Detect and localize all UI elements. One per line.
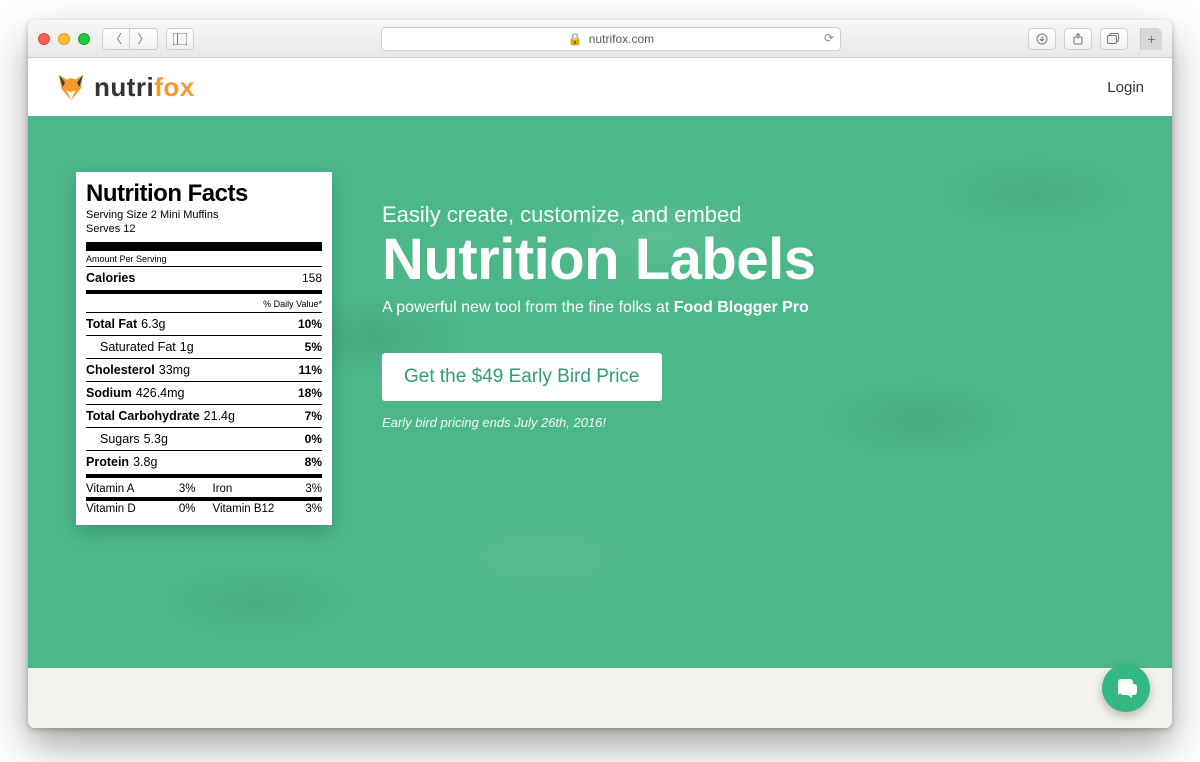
window-controls xyxy=(38,33,90,45)
label-title: Nutrition Facts xyxy=(86,180,322,208)
label-calories-value: 158 xyxy=(302,271,322,285)
vit-pct: 3% xyxy=(179,481,196,497)
address-text: nutrifox.com xyxy=(589,32,654,46)
label-row: Cholesterol33mg11% xyxy=(86,361,322,379)
reload-icon[interactable]: ⟳ xyxy=(824,31,834,45)
sidebar-toggle-button[interactable] xyxy=(166,28,194,50)
hero-tagline: A powerful new tool from the fine folks … xyxy=(382,299,815,317)
address-bar[interactable]: 🔒 nutrifox.com ⟳ xyxy=(381,27,841,51)
hero-headline: Nutrition Labels xyxy=(382,230,815,289)
browser-chrome: 〈 〉 🔒 nutrifox.com ⟳ xyxy=(28,20,1172,58)
label-serving-size: Serving Size 2 Mini Muffins xyxy=(86,208,322,222)
forward-button[interactable]: 〉 xyxy=(130,28,158,50)
label-row: Total Fat6.3g10% xyxy=(86,315,322,333)
lock-icon: 🔒 xyxy=(568,32,583,46)
label-row: Protein3.8g8% xyxy=(86,453,322,471)
label-row: Sodium426.4mg18% xyxy=(86,384,322,402)
label-row: Saturated Fat1g5% xyxy=(86,338,322,356)
site-header: nutrifox Login xyxy=(28,58,1172,116)
label-row: Total Carbohydrate21.4g7% xyxy=(86,407,322,425)
hero-section: Nutrition Facts Serving Size 2 Mini Muff… xyxy=(28,116,1172,668)
chat-icon xyxy=(1114,676,1138,700)
tabs-button[interactable] xyxy=(1100,28,1128,50)
nutrition-label-card: Nutrition Facts Serving Size 2 Mini Muff… xyxy=(76,172,332,525)
below-hero-section xyxy=(28,668,1172,728)
vit-name: Vitamin B12 xyxy=(213,501,298,517)
hero-copy: Easily create, customize, and embed Nutr… xyxy=(382,172,815,430)
new-tab-button[interactable]: + xyxy=(1140,28,1162,50)
downloads-button[interactable] xyxy=(1028,28,1056,50)
label-serves: Serves 12 xyxy=(86,222,322,236)
vit-name: Iron xyxy=(213,481,298,497)
vit-pct: 0% xyxy=(179,501,196,517)
hero-eyebrow: Easily create, customize, and embed xyxy=(382,202,815,228)
nav-arrows: 〈 〉 xyxy=(102,28,158,50)
chat-widget-button[interactable] xyxy=(1102,664,1150,712)
close-window-button[interactable] xyxy=(38,33,50,45)
vit-pct: 3% xyxy=(305,501,322,517)
cta-button[interactable]: Get the $49 Early Bird Price xyxy=(382,353,662,401)
login-link[interactable]: Login xyxy=(1107,79,1144,96)
label-row: Sugars5.3g0% xyxy=(86,430,322,448)
brand[interactable]: nutrifox xyxy=(56,72,195,103)
maximize-window-button[interactable] xyxy=(78,33,90,45)
share-button[interactable] xyxy=(1064,28,1092,50)
label-amount-per-serving: Amount Per Serving xyxy=(86,254,322,264)
brand-name: nutrifox xyxy=(94,72,195,103)
minimize-window-button[interactable] xyxy=(58,33,70,45)
fox-logo-icon xyxy=(56,72,86,102)
label-calories-label: Calories xyxy=(86,271,135,285)
vit-pct: 3% xyxy=(305,481,322,497)
hero-deadline: Early bird pricing ends July 26th, 2016! xyxy=(382,415,815,430)
back-button[interactable]: 〈 xyxy=(102,28,130,50)
vit-name: Vitamin D xyxy=(86,501,171,517)
vit-name: Vitamin A xyxy=(86,481,171,497)
page-content: nutrifox Login Nutrition Facts Serving S… xyxy=(28,58,1172,728)
label-daily-value-note: % Daily Value* xyxy=(86,297,322,310)
